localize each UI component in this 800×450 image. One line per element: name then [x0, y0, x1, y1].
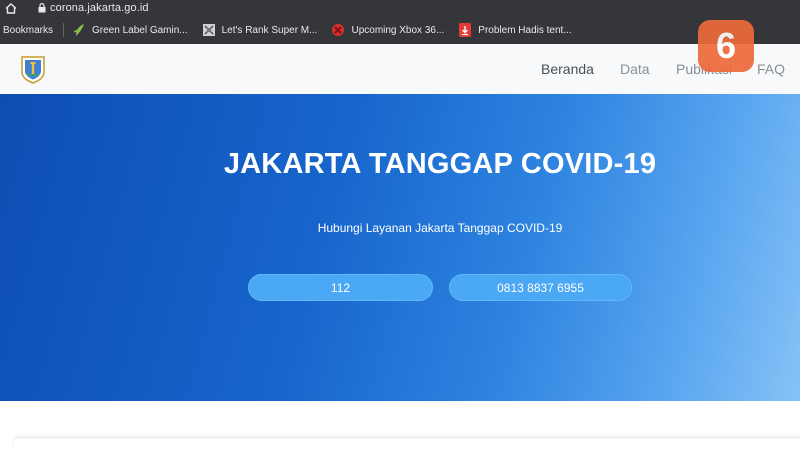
browser-address-bar: corona.jakarta.go.id — [0, 0, 800, 16]
lock-icon[interactable] — [36, 0, 48, 16]
bookmark-label: Problem Hadis tent... — [478, 24, 572, 36]
nav-beranda[interactable]: Beranda — [541, 61, 594, 77]
bookmark-item[interactable]: Green Label Gamin... — [72, 23, 188, 37]
leaf-icon — [72, 23, 86, 37]
content-card — [14, 437, 800, 450]
watermark-text: 6 — [715, 25, 737, 66]
content-area — [0, 401, 800, 450]
xbox-icon — [331, 23, 345, 37]
download-icon — [458, 23, 472, 37]
nav-faq[interactable]: FAQ — [757, 61, 785, 77]
home-icon[interactable] — [0, 0, 22, 16]
site-header: Beranda Data Publikasi FAQ — [0, 44, 800, 94]
game-icon — [202, 23, 216, 37]
bookmark-item[interactable]: Upcoming Xbox 36... — [331, 23, 444, 37]
bookmarks-divider — [63, 23, 65, 37]
bookmarks-bar: Bookmarks Green Label Gamin... Let's Ran… — [0, 16, 800, 44]
bookmark-item[interactable]: Problem Hadis tent... — [458, 23, 572, 37]
hero-title: JAKARTA TANGGAP COVID-19 — [223, 148, 657, 180]
url-text[interactable]: corona.jakarta.go.id — [50, 2, 149, 14]
bookmark-label: Upcoming Xbox 36... — [351, 24, 445, 36]
bookmark-label: Let's Rank Super M... — [221, 24, 318, 36]
bookmark-label: Green Label Gamin... — [92, 24, 188, 36]
bookmarks-label[interactable]: Bookmarks — [3, 25, 53, 36]
call-112-button[interactable]: 112 — [248, 274, 433, 301]
hero-subtitle: Hubungi Layanan Jakarta Tanggap COVID-19 — [317, 221, 563, 235]
nav-data[interactable]: Data — [620, 61, 650, 77]
bookmark-item[interactable]: Let's Rank Super M... — [202, 23, 318, 37]
page: corona.jakarta.go.id Bookmarks Green Lab… — [0, 0, 800, 450]
call-hotline-button[interactable]: 0813 8837 6955 — [449, 274, 632, 301]
watermark-logo: 6 — [698, 20, 754, 72]
jakarta-logo[interactable] — [19, 54, 47, 84]
hero-banner: JAKARTA TANGGAP COVID-19 Hubungi Layanan… — [0, 94, 800, 401]
